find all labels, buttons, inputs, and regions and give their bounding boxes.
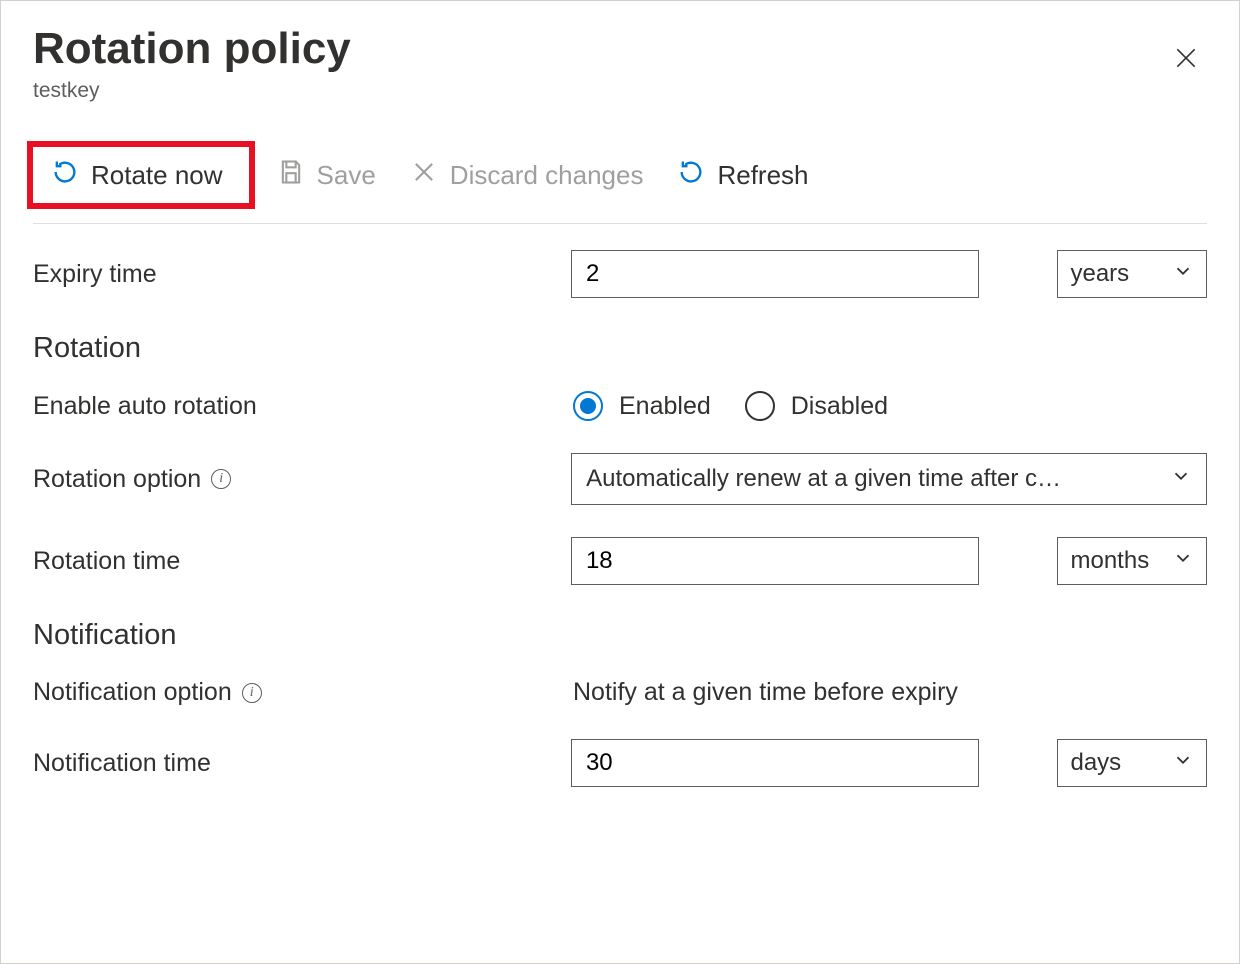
close-icon (1173, 46, 1199, 77)
rotation-option-label: Rotation option i (33, 465, 571, 494)
enable-auto-rotation-radio-group: Enabled Disabled (573, 391, 888, 421)
chevron-down-icon (1172, 260, 1194, 289)
rotation-section-heading: Rotation (33, 332, 1207, 365)
rotate-icon (51, 158, 79, 193)
page-title: Rotation policy (33, 25, 351, 73)
enabled-radio[interactable]: Enabled (573, 391, 711, 421)
expiry-time-label: Expiry time (33, 260, 571, 289)
refresh-button[interactable]: Refresh (665, 152, 820, 199)
radio-unselected-icon (745, 391, 775, 421)
refresh-icon (677, 158, 705, 193)
notification-option-value: Notify at a given time before expiry (573, 678, 958, 707)
notification-section-heading: Notification (33, 619, 1207, 652)
rotate-now-button[interactable]: Rotate now (39, 152, 235, 199)
form: Expiry time years Rotation Enable auto r… (33, 250, 1207, 787)
expiry-time-input[interactable] (571, 250, 980, 298)
disabled-radio[interactable]: Disabled (745, 391, 888, 421)
save-button[interactable]: Save (265, 152, 388, 199)
rotation-time-row: Rotation time months (33, 537, 1207, 585)
notification-time-unit-select[interactable]: days (1057, 739, 1207, 787)
rotate-now-highlight: Rotate now (27, 141, 255, 209)
discard-label: Discard changes (450, 160, 644, 191)
chevron-down-icon (1172, 547, 1194, 576)
rotation-option-row: Rotation option i Automatically renew at… (33, 453, 1207, 505)
chevron-down-icon (1172, 749, 1194, 778)
rotation-policy-panel: Rotation policy testkey Rotate now (0, 0, 1240, 964)
close-button[interactable] (1165, 37, 1207, 86)
notification-time-label: Notification time (33, 749, 571, 778)
expiry-time-unit-label: years (1070, 260, 1129, 288)
notification-option-row: Notification option i Notify at a given … (33, 678, 1207, 707)
notification-time-unit-label: days (1070, 749, 1121, 777)
chevron-down-icon (1170, 465, 1192, 494)
rotation-time-unit-label: months (1070, 547, 1149, 575)
enabled-radio-label: Enabled (619, 392, 711, 421)
info-icon[interactable]: i (211, 469, 231, 489)
refresh-label: Refresh (717, 160, 808, 191)
notification-time-row: Notification time days (33, 739, 1207, 787)
notification-time-input[interactable] (571, 739, 980, 787)
expiry-time-unit-select[interactable]: years (1057, 250, 1207, 298)
rotation-time-label: Rotation time (33, 547, 571, 576)
rotation-time-input[interactable] (571, 537, 980, 585)
page-subtitle: testkey (33, 79, 351, 103)
save-label: Save (317, 160, 376, 191)
enable-auto-rotation-label: Enable auto rotation (33, 392, 573, 421)
disabled-radio-label: Disabled (791, 392, 888, 421)
notification-option-label: Notification option i (33, 678, 573, 707)
enable-auto-rotation-row: Enable auto rotation Enabled Disabled (33, 391, 1207, 421)
discard-icon (410, 158, 438, 193)
rotation-time-unit-select[interactable]: months (1057, 537, 1207, 585)
rotation-option-select[interactable]: Automatically renew at a given time afte… (571, 453, 1207, 505)
rotation-option-value: Automatically renew at a given time afte… (586, 465, 1061, 493)
expiry-time-row: Expiry time years (33, 250, 1207, 298)
save-icon (277, 158, 305, 193)
radio-selected-icon (573, 391, 603, 421)
toolbar: Rotate now Save Discard changes (33, 141, 1207, 224)
rotate-now-label: Rotate now (91, 160, 223, 191)
discard-changes-button[interactable]: Discard changes (398, 152, 656, 199)
info-icon[interactable]: i (242, 683, 262, 703)
